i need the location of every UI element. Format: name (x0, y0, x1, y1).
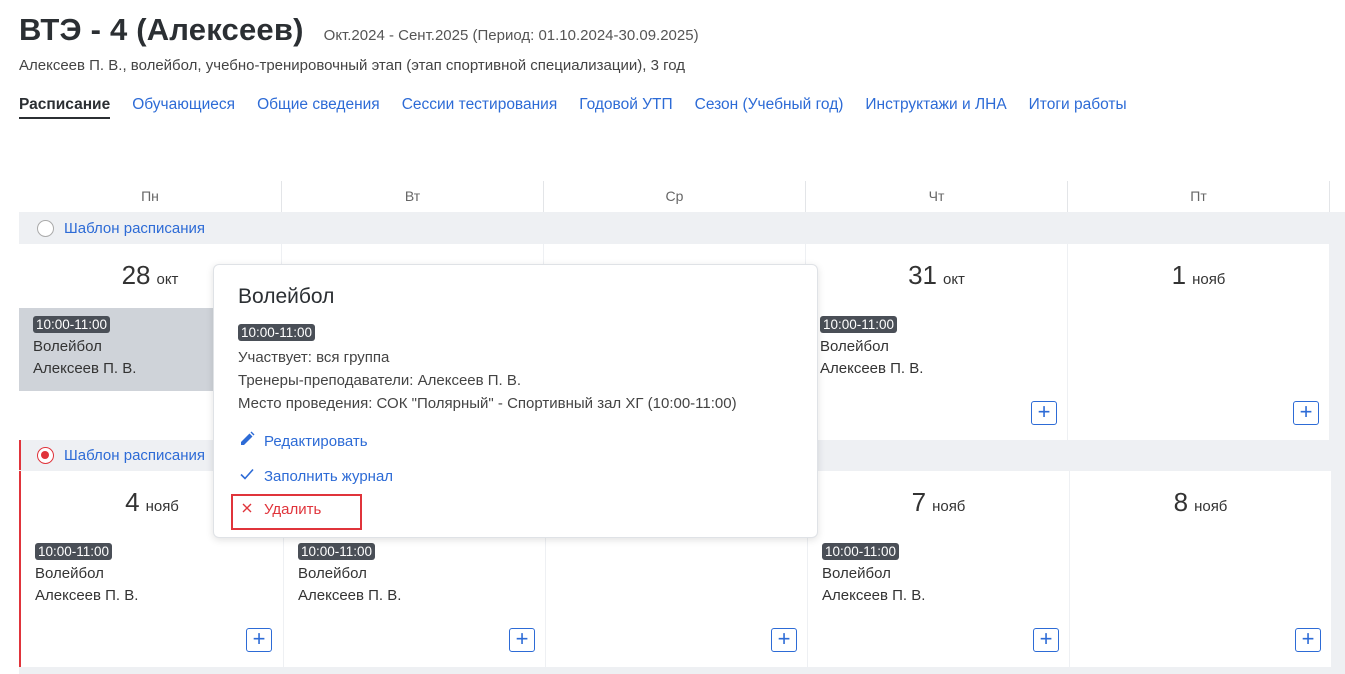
add-event-button[interactable]: + (1031, 401, 1057, 425)
event-time-badge: 10:00-11:00 (820, 316, 898, 333)
add-event-button[interactable]: + (771, 628, 797, 652)
checkmark-icon (238, 466, 256, 486)
weekday-thu: Чт (806, 181, 1068, 212)
add-event-button[interactable]: + (246, 628, 272, 652)
day-date: 31 окт (908, 260, 965, 290)
tab-students[interactable]: Обучающиеся (132, 96, 235, 119)
schedule-event[interactable]: 10:00-11:00 Волейбол Алексеев П. В. (808, 535, 1069, 618)
fill-journal-label: Заполнить журнал (264, 467, 394, 485)
schedule-event[interactable]: 10:00-11:00 Волейбол Алексеев П. В. (284, 535, 545, 618)
tab-general-info[interactable]: Общие сведения (257, 96, 380, 119)
delete-label: Удалить (264, 501, 322, 518)
day-date: 8 нояб (1173, 487, 1228, 517)
template-link[interactable]: Шаблон расписания (64, 447, 205, 464)
tab-bar: Расписание Обучающиеся Общие сведения Се… (19, 96, 1149, 119)
add-event-button[interactable]: + (509, 628, 535, 652)
day-cell[interactable]: 1 нояб + (1068, 244, 1329, 440)
weekday-wed: Ср (544, 181, 806, 212)
page-header: ВТЭ - 4 (Алексеев) Окт.2024 - Сент.2025 … (19, 12, 699, 48)
day-cell[interactable]: 7 нояб 10:00-11:00 Волейбол Алексеев П. В… (808, 471, 1069, 667)
weekday-tue: Вт (282, 181, 544, 212)
period-label: Окт.2024 - Сент.2025 (Период: 01.10.2024… (323, 27, 699, 44)
tab-season[interactable]: Сезон (Учебный год) (695, 96, 844, 119)
fill-journal-button[interactable]: Заполнить журнал (238, 466, 393, 486)
schedule-event[interactable]: 10:00-11:00 Волейбол Алексеев П. В. (21, 535, 283, 618)
weekday-fri: Пт (1068, 181, 1330, 212)
event-title: Волейбол (35, 565, 104, 582)
day-cell[interactable]: 8 нояб + (1070, 471, 1331, 667)
popup-location: Место проведения: СОК "Полярный" - Спорт… (238, 395, 737, 412)
event-time-badge: 10:00-11:00 (822, 543, 900, 560)
popup-participants: Участвует: вся группа (238, 349, 390, 366)
event-time-badge: 10:00-11:00 (33, 316, 111, 333)
page-title: ВТЭ - 4 (Алексеев) (19, 12, 304, 47)
day-cell[interactable]: 31 окт 10:00-11:00 Волейбол Алексеев П. В… (806, 244, 1067, 440)
event-coach: Алексеев П. В. (820, 360, 924, 377)
day-date: 1 нояб (1171, 260, 1226, 290)
delete-button[interactable]: Удалить (238, 501, 321, 518)
event-title: Волейбол (820, 338, 889, 355)
tab-schedule[interactable]: Расписание (19, 96, 111, 119)
event-time-badge: 10:00-11:00 (298, 543, 376, 560)
add-event-button[interactable]: + (1033, 628, 1059, 652)
template-radio[interactable] (37, 446, 54, 464)
add-event-button[interactable]: + (1293, 401, 1319, 425)
event-coach: Алексеев П. В. (298, 587, 402, 604)
close-icon (238, 501, 256, 518)
weekday-header: Пн Вт Ср Чт Пт (19, 181, 1345, 212)
event-title: Волейбол (298, 565, 367, 582)
pencil-icon (238, 431, 256, 451)
event-coach: Алексеев П. В. (35, 587, 139, 604)
popup-coaches: Тренеры-преподаватели: Алексеев П. В. (238, 372, 522, 389)
tab-results[interactable]: Итоги работы (1029, 96, 1127, 119)
edit-button[interactable]: Редактировать (238, 431, 368, 451)
tab-testing-sessions[interactable]: Сессии тестирования (402, 96, 558, 119)
event-coach: Алексеев П. В. (822, 587, 926, 604)
event-title: Волейбол (822, 565, 891, 582)
popup-time-badge: 10:00-11:00 (238, 324, 316, 341)
popup-title: Волейбол (238, 285, 335, 308)
day-date: 7 нояб (911, 487, 966, 517)
event-popup: Волейбол 10:00-11:00 Участвует: вся груп… (213, 264, 818, 538)
weekday-mon: Пн (19, 181, 282, 212)
tab-annual-plan[interactable]: Годовой УТП (579, 96, 672, 119)
template-link[interactable]: Шаблон расписания (64, 220, 205, 237)
add-event-button[interactable]: + (1295, 628, 1321, 652)
schedule-event[interactable]: 10:00-11:00 Волейбол Алексеев П. В. (806, 308, 1067, 391)
group-subtitle: Алексеев П. В., волейбол, учебно-трениро… (19, 57, 685, 74)
tab-briefings[interactable]: Инструктажи и ЛНА (865, 96, 1006, 119)
template-row: Шаблон расписания (19, 213, 1345, 243)
template-radio[interactable] (37, 219, 54, 237)
event-time-badge: 10:00-11:00 (35, 543, 113, 560)
edit-label: Редактировать (264, 432, 368, 450)
